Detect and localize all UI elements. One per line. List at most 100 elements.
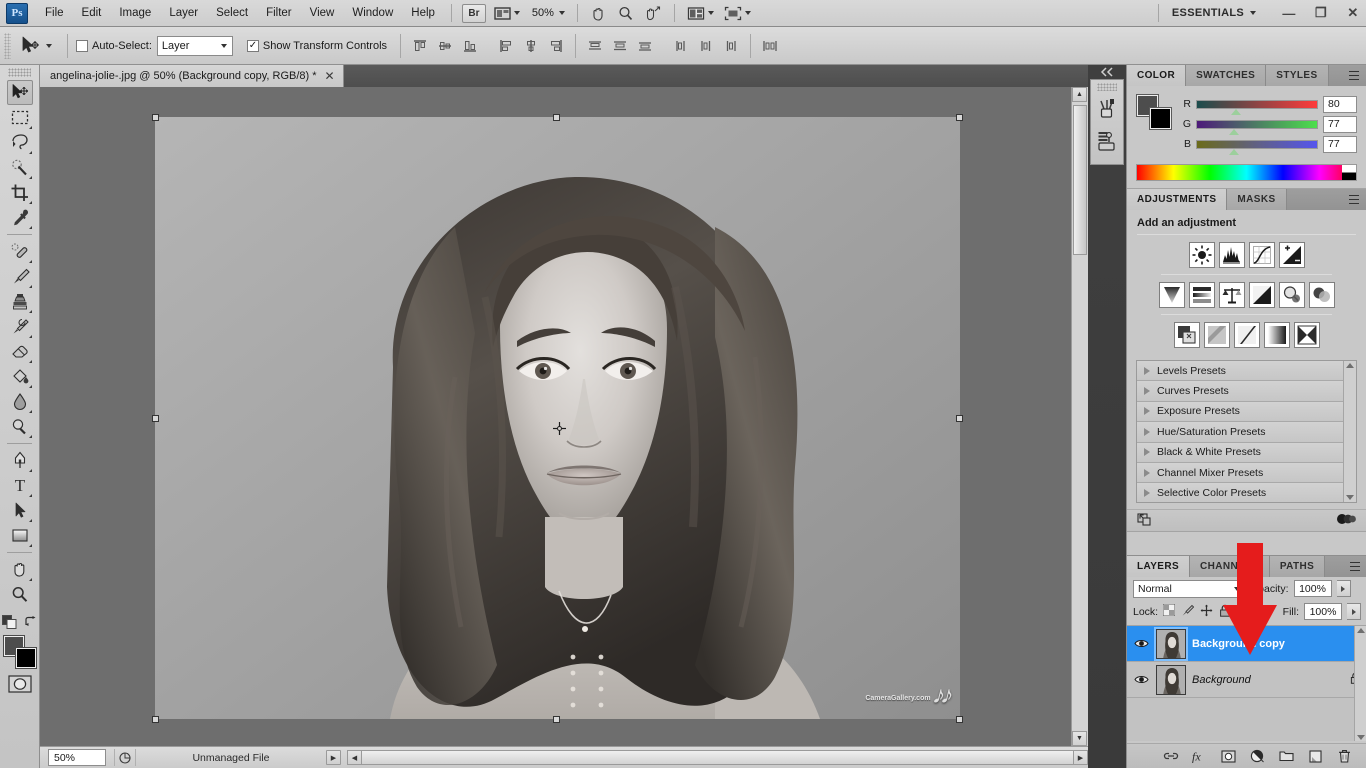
preset-selective-color[interactable]: Selective Color Presets	[1137, 483, 1343, 502]
distribute-top-edges-button[interactable]	[584, 35, 606, 57]
distribute-bottom-edges-button[interactable]	[634, 35, 656, 57]
align-bottom-edges-button[interactable]	[459, 35, 481, 57]
auto-select-target-dropdown[interactable]: Layer	[156, 35, 233, 56]
tool-eraser[interactable]	[7, 339, 33, 364]
transform-handle-top-right[interactable]	[956, 114, 963, 121]
lock-all-button[interactable]	[1219, 604, 1231, 620]
hscroll-right-button[interactable]: ▶	[1073, 750, 1088, 765]
scroll-down-button[interactable]: ▼	[1072, 731, 1087, 746]
hue-saturation-button[interactable]	[1188, 282, 1215, 308]
photo-filter-button[interactable]	[1278, 282, 1305, 308]
link-layers-button[interactable]	[1162, 748, 1179, 765]
scroll-down-icon[interactable]	[1346, 495, 1354, 500]
menu-filter[interactable]: Filter	[257, 3, 301, 23]
fill-value[interactable]: 100%	[1304, 603, 1342, 620]
collapse-panels-button[interactable]	[1088, 65, 1126, 79]
preset-levels[interactable]: Levels Presets	[1137, 361, 1343, 382]
view-extras-button[interactable]	[491, 4, 523, 23]
tool-blur[interactable]	[7, 389, 33, 414]
tool-brush[interactable]	[7, 264, 33, 289]
tool-eyedropper[interactable]	[7, 205, 33, 230]
tab-paths[interactable]: PATHS	[1269, 556, 1326, 577]
scroll-up-icon[interactable]	[1346, 363, 1354, 368]
scroll-up-button[interactable]: ▲	[1072, 87, 1087, 102]
lock-position-button[interactable]	[1200, 604, 1213, 620]
vertical-scroll-thumb[interactable]	[1073, 105, 1087, 255]
channel-value-g[interactable]: 77	[1323, 115, 1357, 133]
blend-mode-dropdown[interactable]: Normal	[1133, 579, 1245, 598]
chevron-down-icon[interactable]	[1250, 11, 1256, 15]
current-tool-preview[interactable]	[16, 31, 59, 61]
document-tab[interactable]: angelina-jolie-.jpg @ 50% (Background co…	[40, 65, 344, 87]
align-left-edges-button[interactable]	[495, 35, 517, 57]
channel-mixer-button[interactable]	[1308, 282, 1335, 308]
close-button[interactable]: ✕	[1340, 3, 1366, 23]
preset-channel-mixer[interactable]: Channel Mixer Presets	[1137, 462, 1343, 484]
adjustments-panel-menu-button[interactable]	[1339, 189, 1366, 210]
background-color-swatch[interactable]	[14, 647, 37, 669]
lock-transparent-pixels-button[interactable]	[1162, 603, 1176, 619]
scroll-up-icon[interactable]	[1357, 628, 1365, 633]
channel-slider-g[interactable]	[1196, 119, 1318, 135]
layers-scrollbar[interactable]	[1354, 626, 1366, 741]
new-layer-button[interactable]	[1307, 748, 1324, 765]
toggle-adjustment-visibility-button[interactable]	[1336, 513, 1356, 528]
layer-thumbnail[interactable]	[1156, 664, 1186, 695]
align-vertical-centers-button[interactable]	[434, 35, 456, 57]
transform-handle-middle-right[interactable]	[956, 415, 963, 422]
canvas-vertical-scrollbar[interactable]: ▲ ▼	[1071, 87, 1088, 746]
preset-hue-saturation[interactable]: Hue/Saturation Presets	[1137, 422, 1343, 443]
menu-layer[interactable]: Layer	[160, 3, 207, 23]
tool-zoom[interactable]	[7, 582, 33, 607]
add-layer-style-button[interactable]: fx	[1191, 748, 1208, 765]
black-white-button[interactable]	[1248, 282, 1275, 308]
color-swatches[interactable]	[2, 635, 37, 669]
launch-bridge-button[interactable]: Br	[461, 3, 486, 23]
preset-curves[interactable]: Curves Presets	[1137, 381, 1343, 402]
background-color-swatch[interactable]	[1149, 107, 1172, 130]
channel-value-r[interactable]: 80	[1323, 95, 1357, 113]
distribute-left-edges-button[interactable]	[670, 35, 692, 57]
channel-slider-b[interactable]	[1196, 139, 1318, 155]
zoom-level-dropdown[interactable]: 50%	[527, 4, 568, 23]
selective-color-button[interactable]	[1293, 322, 1320, 348]
fill-stepper[interactable]	[1347, 603, 1361, 620]
menu-edit[interactable]: Edit	[73, 3, 111, 23]
transform-handle-top-center[interactable]	[553, 114, 560, 121]
new-adjustment-layer-button[interactable]	[1249, 748, 1266, 765]
swap-colors-icon[interactable]	[24, 616, 38, 628]
hand-tool-button[interactable]	[587, 4, 610, 23]
add-layer-mask-button[interactable]	[1220, 748, 1237, 765]
default-colors-icon[interactable]	[1, 615, 17, 629]
color-panel-swatches[interactable]	[1136, 94, 1172, 130]
zoom-tool-button[interactable]	[614, 4, 637, 23]
scroll-down-icon[interactable]	[1357, 735, 1365, 740]
tool-horizontal-type[interactable]: T	[7, 473, 33, 498]
delete-layer-button[interactable]	[1336, 748, 1353, 765]
restore-button[interactable]: ❐	[1308, 3, 1334, 23]
layer-visibility-toggle[interactable]	[1133, 638, 1150, 649]
layer-thumbnail[interactable]	[1156, 628, 1186, 659]
show-transform-controls-checkbox[interactable]: ✓	[246, 39, 259, 52]
slider-thumb-icon[interactable]	[1229, 148, 1240, 155]
tab-channels[interactable]: CHANNELS	[1190, 556, 1270, 577]
rotate-view-tool-button[interactable]	[641, 4, 665, 23]
new-group-button[interactable]	[1278, 748, 1295, 765]
canvas-viewport[interactable]: CameraGallery.com 𝅘𝅥𝅮𝅘𝅥𝅮	[40, 87, 1071, 746]
presets-scrollbar[interactable]	[1343, 361, 1356, 502]
vibrance-button[interactable]	[1158, 282, 1185, 308]
workspace-name[interactable]: ESSENTIALS	[1172, 7, 1244, 19]
arrange-documents-button[interactable]	[684, 4, 717, 23]
opacity-stepper[interactable]	[1336, 580, 1351, 597]
curves-button[interactable]	[1248, 242, 1275, 268]
brush-panel-button[interactable]	[1093, 94, 1121, 124]
transform-handle-bottom-right[interactable]	[956, 716, 963, 723]
zoom-percent-field[interactable]: 50%	[48, 749, 106, 766]
options-bar-grip[interactable]	[4, 32, 11, 59]
tool-dodge[interactable]	[7, 414, 33, 439]
menu-window[interactable]: Window	[343, 3, 402, 23]
menu-file[interactable]: File	[36, 3, 73, 23]
levels-button[interactable]	[1218, 242, 1245, 268]
tool-path-selection[interactable]	[7, 498, 33, 523]
threshold-button[interactable]	[1233, 322, 1260, 348]
